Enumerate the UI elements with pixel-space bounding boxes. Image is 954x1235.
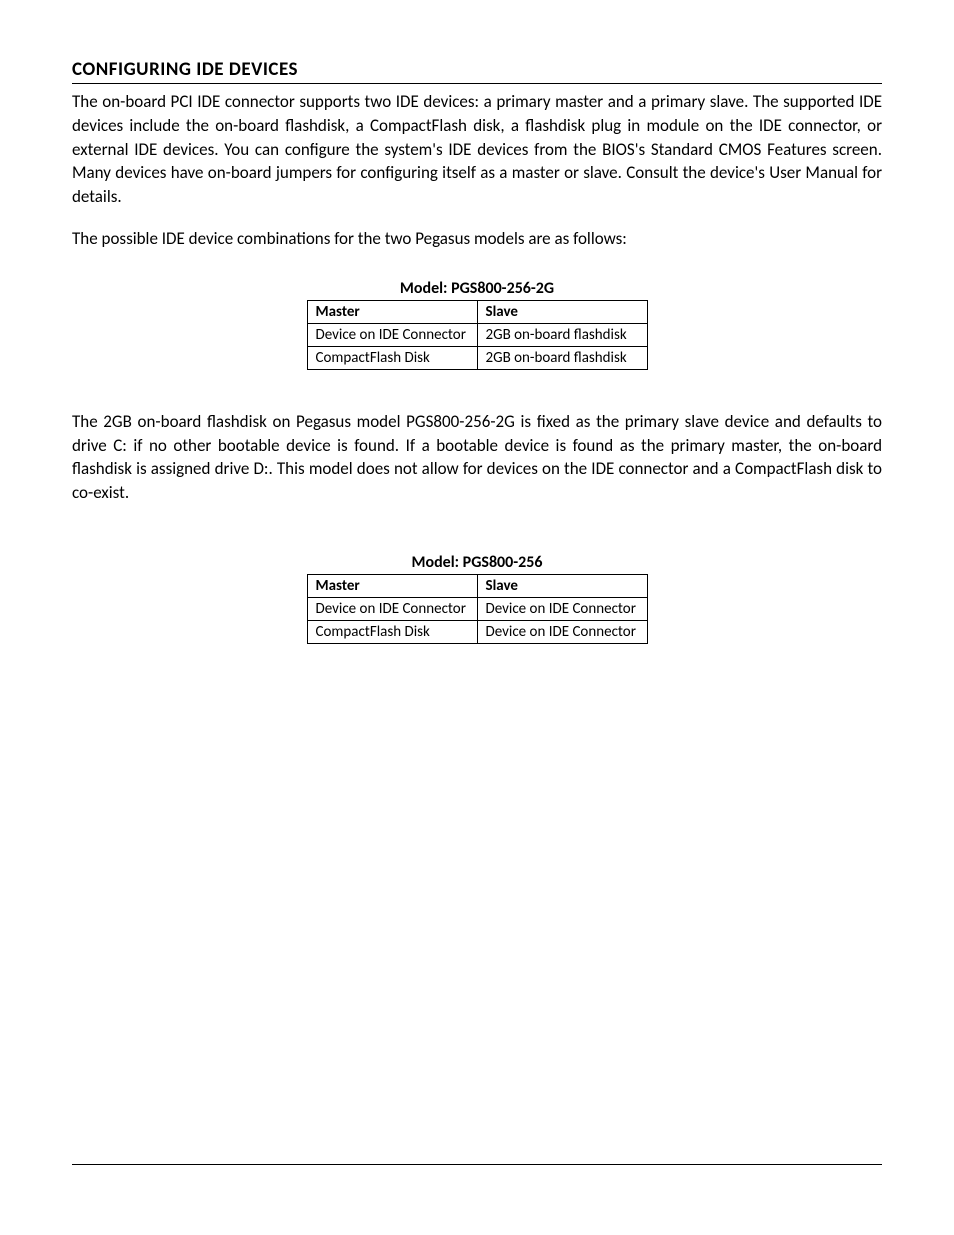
table1-cell: Device on IDE Connector [307, 323, 477, 346]
paragraph-combinations: The possible IDE device combinations for… [72, 227, 882, 251]
table2: Master Slave Device on IDE Connector Dev… [307, 574, 648, 644]
table2-cell: Device on IDE Connector [477, 620, 647, 643]
table2-cell: Device on IDE Connector [307, 597, 477, 620]
table1: Master Slave Device on IDE Connector 2GB… [307, 300, 648, 370]
paragraph-intro: The on-board PCI IDE connector supports … [72, 90, 882, 209]
table1-title: Model: PGS800-256-2G [400, 279, 554, 298]
section-heading: CONFIGURING IDE DEVICES [72, 58, 882, 84]
footer-rule [72, 1164, 882, 1165]
table-row: CompactFlash Disk Device on IDE Connecto… [307, 620, 647, 643]
table2-title: Model: PGS800-256 [411, 553, 542, 572]
table-header-row: Master Slave [307, 300, 647, 323]
table-row: Device on IDE Connector Device on IDE Co… [307, 597, 647, 620]
table1-cell: 2GB on-board flashdisk [477, 323, 647, 346]
table1-header-master: Master [307, 300, 477, 323]
table2-wrapper: Model: PGS800-256 Master Slave Device on… [72, 553, 882, 644]
table1-wrapper: Model: PGS800-256-2G Master Slave Device… [72, 279, 882, 370]
table-row: Device on IDE Connector 2GB on-board fla… [307, 323, 647, 346]
table1-cell: 2GB on-board flashdisk [477, 346, 647, 369]
table-row: CompactFlash Disk 2GB on-board flashdisk [307, 346, 647, 369]
table2-cell: CompactFlash Disk [307, 620, 477, 643]
table-header-row: Master Slave [307, 574, 647, 597]
table1-cell: CompactFlash Disk [307, 346, 477, 369]
table2-header-master: Master [307, 574, 477, 597]
table2-cell: Device on IDE Connector [477, 597, 647, 620]
paragraph-flashdisk: The 2GB on-board flashdisk on Pegasus mo… [72, 410, 882, 505]
table1-header-slave: Slave [477, 300, 647, 323]
table2-header-slave: Slave [477, 574, 647, 597]
